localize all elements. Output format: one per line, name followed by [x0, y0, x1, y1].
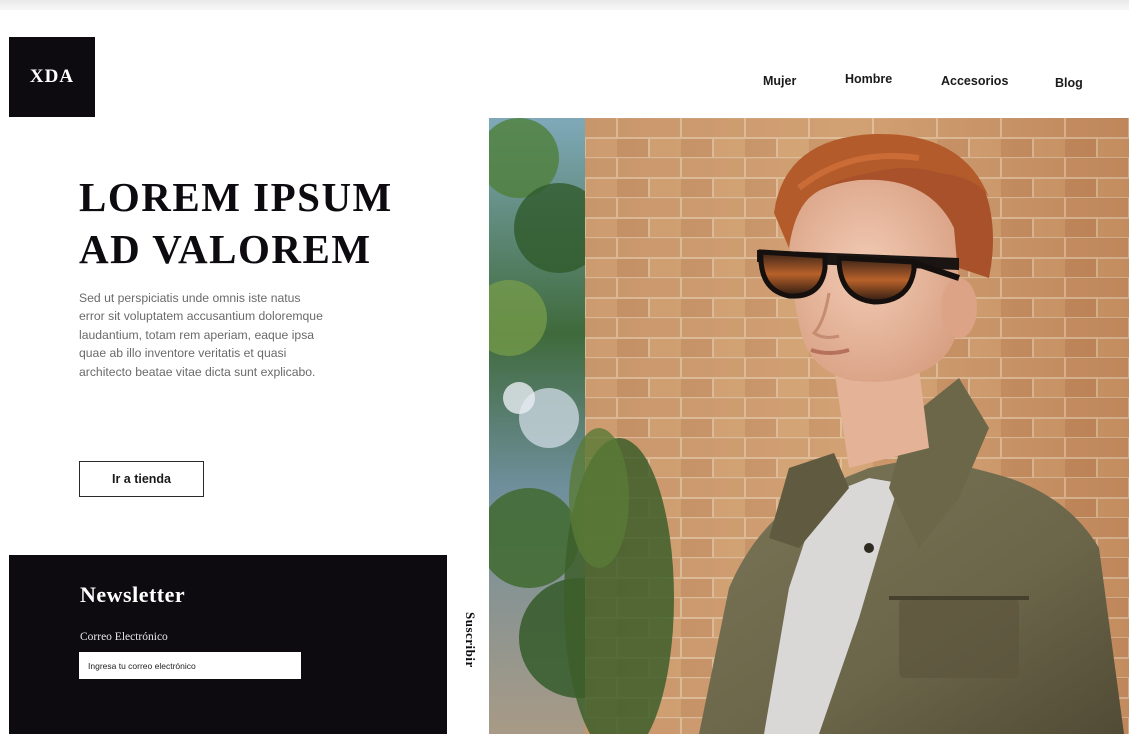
hero-title-line-1: LOREM IPSUM — [79, 174, 393, 220]
photo-illustration — [489, 118, 1129, 734]
main-nav: Mujer Hombre Accesorios Blog — [0, 72, 1129, 92]
nav-item-blog[interactable]: Blog — [1055, 76, 1083, 90]
nav-item-mujer[interactable]: Mujer — [763, 74, 796, 88]
hero-title-line-2: AD VALOREM — [79, 226, 372, 272]
email-label: Correo Electrónico — [80, 631, 168, 643]
go-to-shop-button[interactable]: Ir a tienda — [79, 461, 204, 497]
hero-title: LOREM IPSUM AD VALOREM — [79, 171, 459, 275]
top-border — [0, 0, 1129, 10]
hero-description: Sed ut perspiciatis unde omnis iste natu… — [79, 291, 323, 379]
nav-item-hombre[interactable]: Hombre — [845, 72, 892, 86]
newsletter-title: Newsletter — [80, 582, 186, 607]
subscribe-button[interactable]: Suscribir — [462, 612, 478, 668]
newsletter-panel: Newsletter Correo Electrónico — [9, 555, 447, 734]
landing-page: XDA Mujer Hombre Accesorios Blog LOREM I… — [0, 0, 1129, 734]
email-input[interactable] — [79, 652, 301, 679]
hero-model-photo — [489, 118, 1129, 734]
nav-item-accesorios[interactable]: Accesorios — [941, 74, 1008, 88]
